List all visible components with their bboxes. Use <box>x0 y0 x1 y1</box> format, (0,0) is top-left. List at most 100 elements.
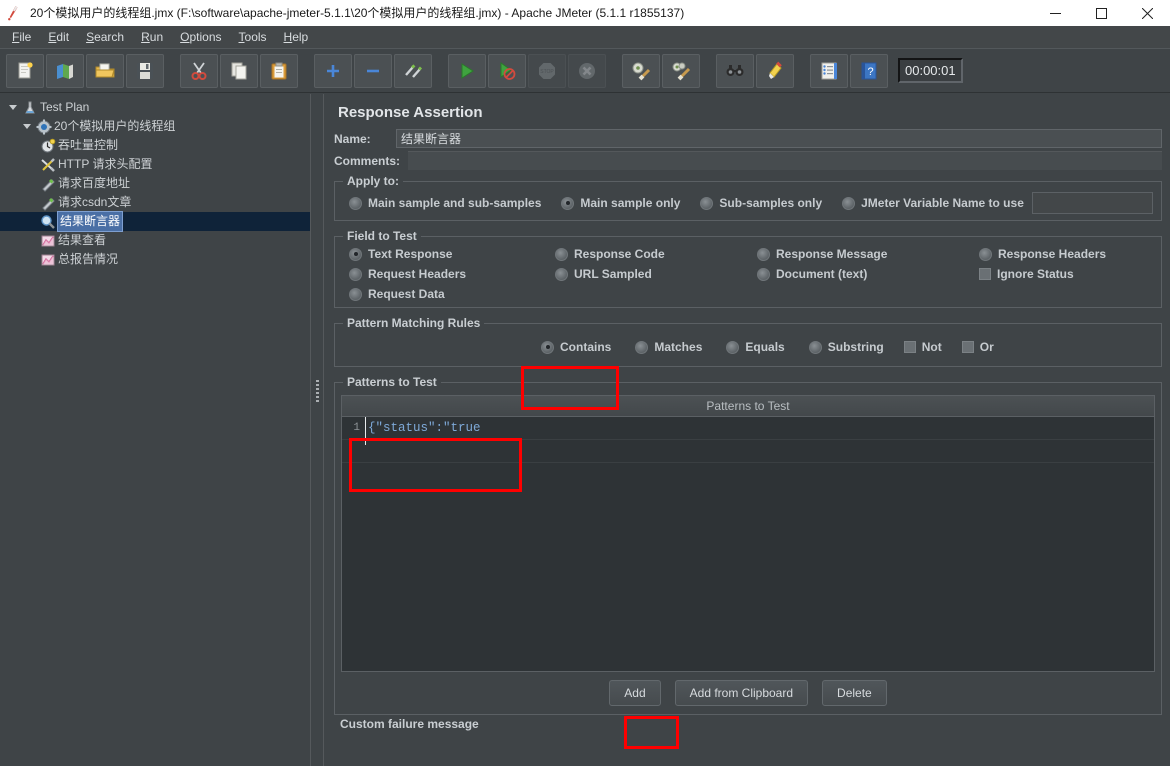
radio-response-code[interactable]: Response Code <box>555 247 751 261</box>
radio-response-headers[interactable]: Response Headers <box>979 247 1106 261</box>
checkbox-icon[interactable] <box>903 341 916 353</box>
search-button[interactable] <box>716 53 754 88</box>
radio-icon[interactable] <box>349 287 362 301</box>
tree-node-http-sampler-csdn[interactable]: 请求csdn文章 <box>0 193 310 212</box>
http-sampler-icon <box>38 193 58 212</box>
add-from-clipboard-button[interactable]: Add from Clipboard <box>674 680 809 706</box>
tree-node-throughput-controller[interactable]: 吞吐量控制 <box>0 136 310 155</box>
reset-search-button[interactable] <box>756 53 794 88</box>
tree-node-response-assertion[interactable]: 结果断言器 <box>0 211 310 232</box>
checkbox-ignore-status[interactable]: Ignore Status <box>979 267 1074 281</box>
radio-icon[interactable] <box>979 247 992 261</box>
radio-icon[interactable] <box>700 196 714 210</box>
close-button[interactable] <box>1124 0 1170 26</box>
table-row-empty[interactable] <box>342 440 1154 463</box>
radio-icon[interactable] <box>726 340 740 354</box>
radio-icon[interactable] <box>842 196 856 210</box>
radio-icon[interactable] <box>541 340 554 354</box>
add-button[interactable]: Add <box>609 680 661 706</box>
menu-file[interactable]: File <box>4 28 39 46</box>
paste-button[interactable] <box>260 53 298 88</box>
function-helper-button[interactable] <box>810 53 848 88</box>
radio-main-sample-and-sub-samples[interactable]: Main sample and sub-samples <box>349 196 541 210</box>
tree-node-label: 总报告情况 <box>58 252 119 266</box>
clear-all-button[interactable] <box>662 53 700 88</box>
pattern-matching-options: Contains Matches Equals Substring Not Or <box>341 334 1155 360</box>
checkbox-icon[interactable] <box>961 341 974 353</box>
new-test-plan-button[interactable] <box>6 53 44 88</box>
listener-icon <box>38 231 58 250</box>
start-no-pauses-button[interactable] <box>488 53 526 88</box>
menu-help[interactable]: Help <box>276 28 317 46</box>
save-button[interactable] <box>126 53 164 88</box>
radio-request-data[interactable]: Request Data <box>349 287 445 301</box>
option-label: Response Code <box>574 247 665 261</box>
checkbox-icon[interactable] <box>979 268 991 280</box>
tree-node-view-results[interactable]: 结果查看 <box>0 231 310 250</box>
table-row[interactable]: 1 {"status":"true <box>342 417 1154 445</box>
clear-button[interactable] <box>622 53 660 88</box>
cut-button[interactable] <box>180 53 218 88</box>
radio-jmeter-variable-name[interactable]: JMeter Variable Name to use <box>842 196 1024 210</box>
menu-options[interactable]: Options <box>172 28 229 46</box>
tree-node-test-plan[interactable]: Test Plan <box>0 98 310 117</box>
radio-icon[interactable] <box>757 247 770 261</box>
expand-all-button[interactable] <box>314 53 352 88</box>
minimize-button[interactable] <box>1032 0 1078 26</box>
open-folder-button[interactable] <box>86 53 124 88</box>
menu-edit[interactable]: Edit <box>40 28 77 46</box>
row-number: 1 <box>353 422 360 434</box>
radio-substring[interactable]: Substring <box>808 340 884 354</box>
radio-icon[interactable] <box>561 196 575 210</box>
collapse-all-button[interactable] <box>354 53 392 88</box>
checkbox-or[interactable]: Or <box>961 340 994 354</box>
radio-main-sample-only[interactable]: Main sample only <box>561 196 680 210</box>
start-button[interactable] <box>448 53 486 88</box>
maximize-button[interactable] <box>1078 0 1124 26</box>
tree-node-thread-group[interactable]: 20个模拟用户的线程组 <box>0 117 310 136</box>
radio-matches[interactable]: Matches <box>635 340 702 354</box>
option-label: Or <box>979 340 994 354</box>
radio-icon[interactable] <box>555 267 568 281</box>
tree-node-label: 20个模拟用户的线程组 <box>54 119 176 133</box>
radio-icon[interactable] <box>349 247 362 261</box>
chevron-down-icon[interactable] <box>20 117 34 136</box>
jmeter-variable-input[interactable] <box>1031 192 1153 214</box>
radio-icon[interactable] <box>555 247 568 261</box>
help-button[interactable]: ? <box>850 53 888 88</box>
option-label: Main sample and sub-samples <box>368 196 542 210</box>
radio-url-sampled[interactable]: URL Sampled <box>555 267 751 281</box>
radio-text-response[interactable]: Text Response <box>349 247 549 261</box>
tree-node-http-sampler-baidu[interactable]: 请求百度地址 <box>0 174 310 193</box>
name-row: Name: 结果断言器 <box>334 129 1162 148</box>
radio-equals[interactable]: Equals <box>726 340 785 354</box>
name-input[interactable]: 结果断言器 <box>396 129 1162 148</box>
delete-button[interactable]: Delete <box>822 680 887 706</box>
assertion-icon <box>38 212 58 231</box>
radio-icon[interactable] <box>635 340 649 354</box>
toggle-pencils-button[interactable] <box>394 53 432 88</box>
checkbox-not[interactable]: Not <box>903 340 942 354</box>
radio-request-headers[interactable]: Request Headers <box>349 267 549 281</box>
radio-response-message[interactable]: Response Message <box>757 247 973 261</box>
radio-icon[interactable] <box>808 340 822 354</box>
radio-document-text[interactable]: Document (text) <box>757 267 973 281</box>
tree-node-summary-report[interactable]: 总报告情况 <box>0 250 310 269</box>
pattern-cell[interactable]: {"status":"true <box>364 417 1154 445</box>
chevron-down-icon[interactable] <box>6 98 20 117</box>
tree-node-http-header-manager[interactable]: HTTP 请求头配置 <box>0 155 310 174</box>
templates-button[interactable] <box>46 53 84 88</box>
copy-button[interactable] <box>220 53 258 88</box>
pane-splitter[interactable] <box>310 94 324 766</box>
radio-sub-samples-only[interactable]: Sub-samples only <box>700 196 822 210</box>
radio-icon[interactable] <box>349 196 362 210</box>
comments-label: Comments: <box>334 153 401 168</box>
menu-run[interactable]: Run <box>133 28 171 46</box>
menu-tools[interactable]: Tools <box>231 28 275 46</box>
menu-search[interactable]: Search <box>78 28 132 46</box>
radio-icon[interactable] <box>349 267 362 281</box>
radio-icon[interactable] <box>757 267 770 281</box>
radio-contains[interactable]: Contains <box>541 340 611 354</box>
comments-input[interactable] <box>408 151 1162 170</box>
patterns-column-header: Patterns to Test <box>342 396 1154 417</box>
